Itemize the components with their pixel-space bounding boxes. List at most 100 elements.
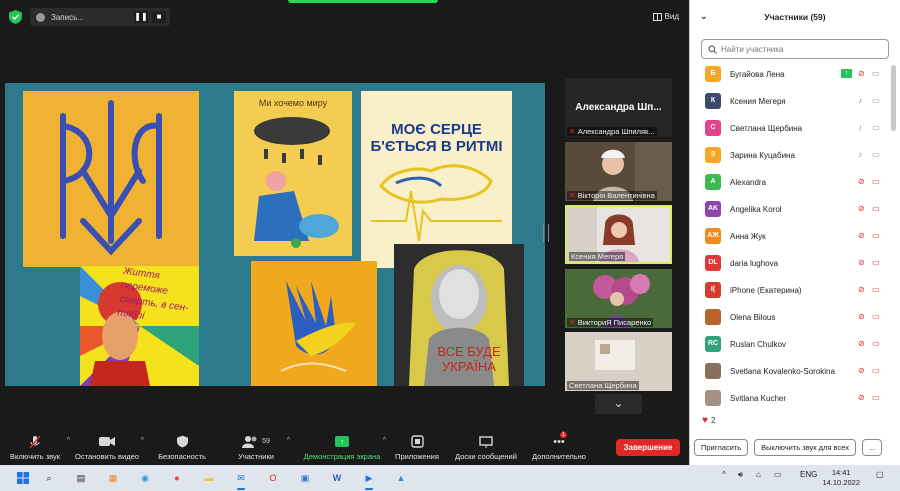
microphone-muted-icon[interactable]: ⊘ bbox=[858, 339, 865, 349]
mail-icon[interactable]: ✉ bbox=[232, 469, 250, 490]
whiteboards-button[interactable]: Доски сообщений bbox=[451, 430, 521, 465]
participant-name: Svetlana Kovalenko-Sorokina bbox=[730, 367, 835, 376]
participant-row[interactable]: Svetlana Kovalenko-Sorokina ⊘ ▭ bbox=[690, 358, 889, 385]
share-screen-button[interactable]: ↑ Демонстрация экрана ^ bbox=[302, 430, 386, 465]
panel-more-button[interactable]: ... bbox=[861, 439, 882, 456]
audio-options-caret-icon[interactable]: ^ bbox=[67, 437, 70, 444]
poster-frida: Життя переможе смерть, в сен-тябрі bbox=[80, 266, 199, 386]
microphone-muted-icon[interactable]: ⊘ bbox=[858, 231, 865, 241]
stop-video-button[interactable]: Остановить видео ^ bbox=[72, 430, 144, 465]
system-clock[interactable]: 14:41 14.10.2022 bbox=[822, 468, 860, 488]
share-options-caret-icon[interactable]: ^ bbox=[383, 437, 386, 444]
microphone-muted-icon[interactable]: ⊘ bbox=[858, 177, 865, 187]
security-shield-icon[interactable] bbox=[9, 10, 22, 24]
participant-row[interactable]: RC Ruslan Chulkov ⊘ ▭ bbox=[690, 331, 889, 358]
chrome-browser-icon[interactable]: ● bbox=[168, 469, 186, 487]
sharing-indicator-bar[interactable] bbox=[288, 0, 438, 3]
participant-row[interactable]: Olena Bilous ⊘ ▭ bbox=[690, 304, 889, 331]
windows-start-icon[interactable] bbox=[14, 469, 32, 487]
participant-row[interactable]: AK Angelika Korol ⊘ ▭ bbox=[690, 196, 889, 223]
word-icon[interactable]: W bbox=[328, 469, 346, 487]
participant-row[interactable]: I(iPhone (Екатерина) ⊘ ▭ bbox=[690, 277, 889, 304]
camera-off-icon[interactable]: ▭ bbox=[872, 393, 880, 403]
stop-recording-button[interactable]: ■ bbox=[152, 11, 166, 23]
speaker-icon[interactable]: 🔊︎ bbox=[738, 470, 743, 480]
battery-icon[interactable]: ▭ bbox=[774, 470, 782, 479]
poster-heart-rhythm: МОЄ СЕРЦЕ Б'ЄТЬСЯ В РИТМІ bbox=[361, 91, 512, 268]
invite-button[interactable]: Пригласить bbox=[694, 439, 749, 456]
participant-row[interactable]: A Alexandra ⊘ ▭ bbox=[690, 169, 889, 196]
participant-row[interactable]: З Зарина Куцабина ♪ ▭ bbox=[690, 142, 889, 169]
camera-icon[interactable]: ▭ bbox=[872, 96, 880, 106]
network-icon[interactable]: ⌂ bbox=[756, 470, 761, 479]
camera-off-icon[interactable]: ▭ bbox=[872, 285, 880, 295]
camera-off-icon[interactable]: ▭ bbox=[872, 177, 880, 187]
taskbar-search-icon[interactable]: ⌕ bbox=[40, 469, 58, 487]
participants-scrollbar[interactable] bbox=[891, 65, 896, 131]
whiteboard-icon bbox=[479, 435, 493, 449]
end-meeting-button[interactable]: Завершение bbox=[616, 439, 680, 456]
camera-icon[interactable]: ▭ bbox=[872, 123, 880, 133]
thumbnails-scroll-down-button[interactable]: ⌄ bbox=[595, 394, 642, 414]
participant-row[interactable]: С Светлана Щербина ♪ ▭ bbox=[690, 115, 889, 142]
notifications-icon[interactable]: ▢ bbox=[876, 470, 884, 479]
language-indicator[interactable]: ENG bbox=[800, 470, 817, 479]
photos-app-icon[interactable]: ▲ bbox=[392, 469, 410, 487]
camera-off-icon[interactable]: ▭ bbox=[872, 231, 880, 241]
mute-all-button[interactable]: Выключить звук для всех bbox=[754, 439, 856, 456]
microphone-muted-icon[interactable]: ⊘ bbox=[858, 312, 865, 322]
thumbnail-tile[interactable]: Светлана Щербина bbox=[565, 332, 672, 391]
participant-row[interactable]: К Ксения Мегеря ♪ ▭ bbox=[690, 88, 889, 115]
zoom-app-icon[interactable]: ▶ bbox=[360, 469, 378, 490]
participants-options-caret-icon[interactable]: ^ bbox=[287, 437, 290, 444]
split-divider-handle[interactable] bbox=[543, 224, 549, 242]
reaction-summary: ♥ 2 bbox=[702, 415, 715, 426]
microphone-muted-icon[interactable]: ⊘ bbox=[858, 366, 865, 376]
participant-row[interactable]: Б Бугайова Лена ↑ ⊘ ▭ bbox=[690, 61, 889, 88]
camera-icon[interactable]: ▭ bbox=[872, 69, 880, 79]
thumbnail-tile[interactable]: ✕ ВикториЯ Писаренко bbox=[565, 269, 672, 328]
microphone-muted-icon[interactable]: ⊘ bbox=[858, 69, 865, 79]
camera-off-icon[interactable]: ▭ bbox=[872, 312, 880, 322]
microphone-icon[interactable]: ♪ bbox=[858, 96, 862, 106]
microphone-muted-icon[interactable]: ⊘ bbox=[858, 285, 865, 295]
camera-off-icon[interactable]: ▭ bbox=[872, 258, 880, 268]
thumbnail-tile-active-speaker[interactable]: Ксения Мегеря bbox=[565, 205, 672, 264]
microphone-icon[interactable]: ♪ bbox=[858, 150, 862, 160]
collapse-panel-chevron-icon[interactable]: ⌄ bbox=[700, 11, 708, 22]
participant-row[interactable]: АЖ Анна Жук ⊘ ▭ bbox=[690, 223, 889, 250]
edge-browser-icon[interactable]: ◉ bbox=[136, 469, 154, 487]
thumbnail-display-name: Александра Шп... bbox=[575, 102, 662, 113]
unmute-button[interactable]: Включить звук ^ bbox=[6, 430, 70, 465]
thumbnail-tile[interactable]: ✕ Вікторія Валентинівна bbox=[565, 142, 672, 201]
camera-off-icon[interactable]: ▭ bbox=[872, 366, 880, 376]
apps-button[interactable]: Приложения bbox=[392, 430, 442, 465]
more-button[interactable]: ••• 1 Дополнительно bbox=[527, 430, 591, 465]
tray-expand-icon[interactable]: ^ bbox=[722, 470, 726, 479]
participants-button[interactable]: 59 Участники ^ bbox=[228, 430, 290, 465]
opera-browser-icon[interactable]: O bbox=[264, 469, 282, 487]
store-icon[interactable]: ▦ bbox=[104, 469, 122, 487]
avatar bbox=[705, 309, 721, 325]
camera-off-icon[interactable]: ▭ bbox=[872, 204, 880, 214]
view-button[interactable]: Вид bbox=[652, 12, 679, 21]
microphone-muted-icon[interactable]: ⊘ bbox=[858, 258, 865, 268]
participant-row[interactable]: Svitlana Kucher ⊘ ▭ bbox=[690, 385, 889, 412]
thumbnail-tile[interactable]: Александра Шп... ✕ Александра Шпиляк... bbox=[565, 78, 672, 137]
camera-icon[interactable]: ▭ bbox=[872, 150, 880, 160]
thumbnail-name: ✕ ВикториЯ Писаренко bbox=[567, 318, 654, 327]
security-button[interactable]: Безопасность bbox=[153, 430, 211, 465]
camera-off-icon[interactable]: ▭ bbox=[872, 339, 880, 349]
file-explorer-icon[interactable]: ▬ bbox=[200, 469, 218, 487]
participant-row[interactable]: DL daria lughova ⊘ ▭ bbox=[690, 250, 889, 277]
task-view-icon[interactable]: ▤ bbox=[72, 469, 90, 487]
participant-name: Бугайова Лена bbox=[730, 70, 785, 79]
participant-search-input[interactable]: Найти участника bbox=[701, 39, 889, 59]
microphone-icon[interactable]: ♪ bbox=[858, 123, 862, 133]
unknown-app-icon[interactable]: ▣ bbox=[296, 469, 314, 487]
microphone-muted-icon[interactable]: ⊘ bbox=[858, 393, 865, 403]
microphone-muted-icon[interactable]: ⊘ bbox=[858, 204, 865, 214]
pause-recording-button[interactable]: ❚❚ bbox=[134, 11, 148, 23]
video-options-caret-icon[interactable]: ^ bbox=[141, 437, 144, 444]
shared-screen[interactable]: Ми хочемо миру МОЄ СЕРЦЕ Б'ЄТЬСЯ В РИТМІ bbox=[5, 83, 545, 386]
